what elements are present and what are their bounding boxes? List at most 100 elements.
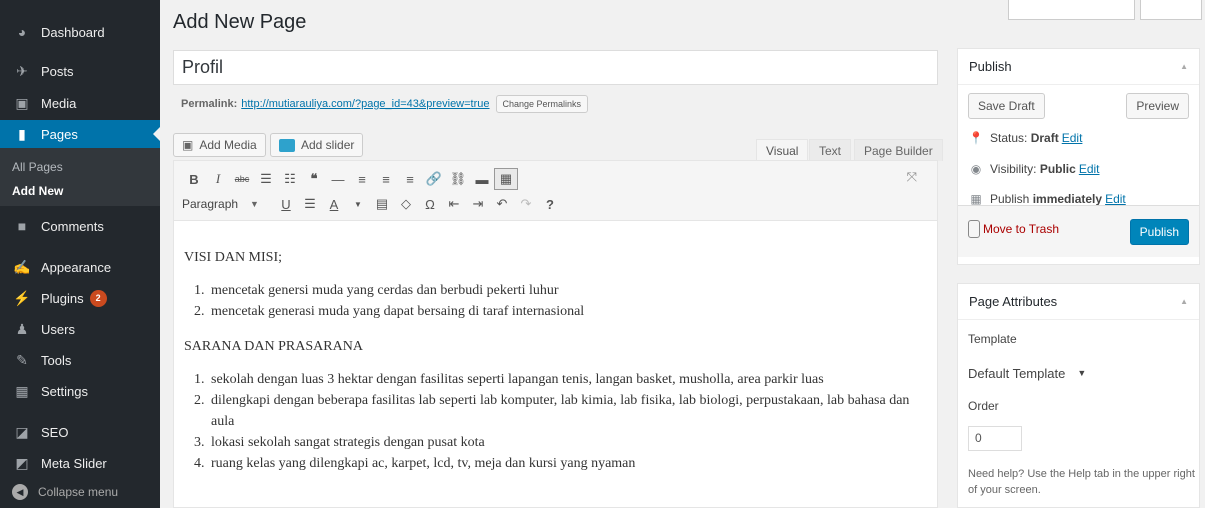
unlink-icon[interactable]: ⛓ [446, 168, 470, 190]
add-media-button[interactable]: ▣ Add Media [173, 133, 266, 157]
permalink-url[interactable]: http://mutiarauliya.com/?page_id=43&prev… [241, 98, 489, 110]
menu-posts[interactable]: ✈ Posts [0, 57, 160, 85]
align-center-icon[interactable]: ≡ [374, 168, 398, 190]
publish-button[interactable]: Publish [1129, 219, 1189, 245]
edit-schedule-link[interactable]: Edit [1105, 192, 1126, 206]
list-sarana: sekolah dengan luas 3 hektar dengan fasi… [208, 369, 934, 474]
menu-comments[interactable]: ■ Comments [0, 212, 160, 240]
menu-meta-slider[interactable]: ◩ Meta Slider [0, 449, 160, 477]
menu-appearance[interactable]: ✍ Appearance [0, 253, 160, 281]
numbered-list-icon[interactable]: ☷ [278, 168, 302, 190]
italic-icon[interactable]: I [206, 168, 230, 190]
chevron-down-icon: ▼ [250, 199, 259, 209]
users-icon: ♟ [15, 320, 29, 337]
toolbar-toggle-icon[interactable]: ▦ [494, 168, 518, 190]
bulleted-list-icon[interactable]: ☰ [254, 168, 278, 190]
bold-icon[interactable]: B [182, 168, 206, 190]
list-item: mencetak genersi muda yang cerdas dan be… [208, 280, 934, 301]
menu-label: Pages [41, 126, 78, 142]
tab-page-builder[interactable]: Page Builder [854, 139, 943, 161]
distraction-free-icon[interactable]: ⤧ [907, 169, 917, 185]
help-tab[interactable] [1140, 0, 1202, 20]
tab-visual[interactable]: Visual [756, 139, 809, 161]
submenu-all-pages[interactable]: All Pages [12, 160, 63, 174]
menu-pages[interactable]: ▮ Pages [0, 120, 160, 148]
plugin-icon: ⚡ [13, 289, 31, 306]
page-icon: ▮ [18, 125, 26, 142]
justify-icon[interactable]: ☰ [298, 193, 322, 215]
menu-users[interactable]: ♟ Users [0, 315, 160, 343]
publish-box: Publish ▲ Save Draft Preview 📍 Status: Dra… [957, 48, 1200, 265]
menu-seo[interactable]: ◪ SEO [0, 418, 160, 446]
redo-icon[interactable]: ↷ [514, 193, 538, 215]
collapse-arrow-icon: ◀ [12, 484, 28, 500]
strikethrough-icon[interactable]: abc [230, 168, 254, 190]
special-character-icon[interactable]: Ω [418, 193, 442, 215]
save-draft-button[interactable]: Save Draft [968, 93, 1045, 119]
link-icon[interactable]: 🔗 [422, 168, 446, 190]
screen-options-tab[interactable] [1008, 0, 1135, 20]
undo-icon[interactable]: ↶ [490, 193, 514, 215]
dashboard-icon: ◕ [17, 24, 27, 40]
align-right-icon[interactable]: ≡ [398, 168, 422, 190]
collapse-arrow-icon[interactable]: ▲ [1180, 297, 1188, 306]
indent-icon[interactable]: ⇥ [466, 193, 490, 215]
horizontal-line-icon[interactable]: — [326, 168, 350, 190]
menu-label: Tools [41, 352, 72, 368]
clear-formatting-icon[interactable]: ◇ [394, 193, 418, 215]
comment-icon: ■ [17, 218, 27, 234]
help-icon[interactable]: ? [538, 193, 562, 215]
menu-media[interactable]: ▣ Media [0, 89, 160, 117]
read-more-icon[interactable]: ▬ [470, 168, 494, 190]
move-to-trash-link[interactable]: Move to Trash [968, 220, 1059, 238]
submenu-add-new[interactable]: Add New [12, 184, 63, 198]
outdent-icon[interactable]: ⇤ [442, 193, 466, 215]
template-value: Default Template [968, 365, 1066, 381]
list-item: sekolah dengan luas 3 hektar dengan fasi… [208, 369, 934, 390]
admin-sidebar: ◕ Dashboard ✈ Posts ▣ Media ▮ Pages All Page… [0, 0, 160, 508]
paste-text-icon[interactable]: ▤ [370, 193, 394, 215]
edit-status-link[interactable]: Edit [1062, 131, 1083, 145]
collapse-arrow-icon[interactable]: ▲ [1180, 62, 1188, 71]
toolbar-row-2: Paragraph ▼ U ☰ A ▼ ▤ ◇ Ω ⇤ ⇥ ↶ ↷ ? [182, 193, 562, 215]
underline-icon[interactable]: U [274, 193, 298, 215]
menu-dashboard[interactable]: ◕ Dashboard [0, 18, 160, 46]
settings-icon: ▦ [15, 382, 29, 399]
editor[interactable]: B I abc ☰ ☷ ❝ — ≡ ≡ ≡ 🔗 ⛓ ▬ ▦ Paragraph ▼… [173, 160, 938, 508]
preview-button[interactable]: Preview [1126, 93, 1189, 119]
publish-actions: Move to Trash Publish [958, 205, 1199, 257]
menu-label: Dashboard [41, 24, 105, 40]
permalink-label: Permalink: [181, 98, 238, 110]
menu-label: Media [41, 95, 77, 111]
text-color-icon[interactable]: A [322, 193, 346, 215]
visibility-row: ◉ Visibility: Public Edit [968, 162, 1100, 176]
menu-label: Meta Slider [41, 455, 107, 471]
help-text: Need help? Use the Help tab in the upper… [968, 468, 1195, 496]
chevron-down-icon: ▼ [1077, 368, 1087, 378]
order-input[interactable]: 0 [968, 426, 1022, 451]
template-select[interactable]: Default Template ▼ [963, 360, 1107, 386]
blockquote-icon[interactable]: ❝ [302, 168, 326, 190]
editor-content[interactable]: VISI DAN MISI; mencetak genersi muda yan… [184, 247, 934, 488]
calendar-icon: ▦ [970, 192, 982, 206]
menu-tools[interactable]: ✎ Tools [0, 346, 160, 374]
format-select[interactable]: Paragraph ▼ [182, 193, 274, 215]
menu-settings[interactable]: ▦ Settings [0, 377, 160, 405]
add-slider-button[interactable]: Add slider [270, 133, 364, 157]
status-value: Draft [1030, 131, 1059, 145]
text-color-dropdown-icon[interactable]: ▼ [346, 193, 370, 215]
plugins-update-badge: 2 [89, 289, 107, 307]
post-title-input[interactable] [173, 50, 938, 85]
menu-plugins[interactable]: ⚡ Plugins 2 [0, 284, 160, 312]
tab-text[interactable]: Text [809, 139, 852, 161]
publish-box-header[interactable]: Publish ▲ [958, 49, 1199, 85]
trash-label: Move to Trash [983, 222, 1060, 236]
change-permalinks-button[interactable]: Change Permalinks [495, 95, 589, 113]
page-title: Add New Page [173, 11, 307, 33]
page-attributes-header[interactable]: Page Attributes ▲ [958, 284, 1199, 320]
edit-visibility-link[interactable]: Edit [1079, 162, 1100, 176]
align-left-icon[interactable]: ≡ [350, 168, 374, 190]
list-item: dilengkapi dengan beberapa fasilitas lab… [208, 390, 934, 432]
visibility-label: Visibility: [990, 162, 1037, 176]
collapse-menu[interactable]: ◀ Collapse menu [12, 484, 118, 500]
